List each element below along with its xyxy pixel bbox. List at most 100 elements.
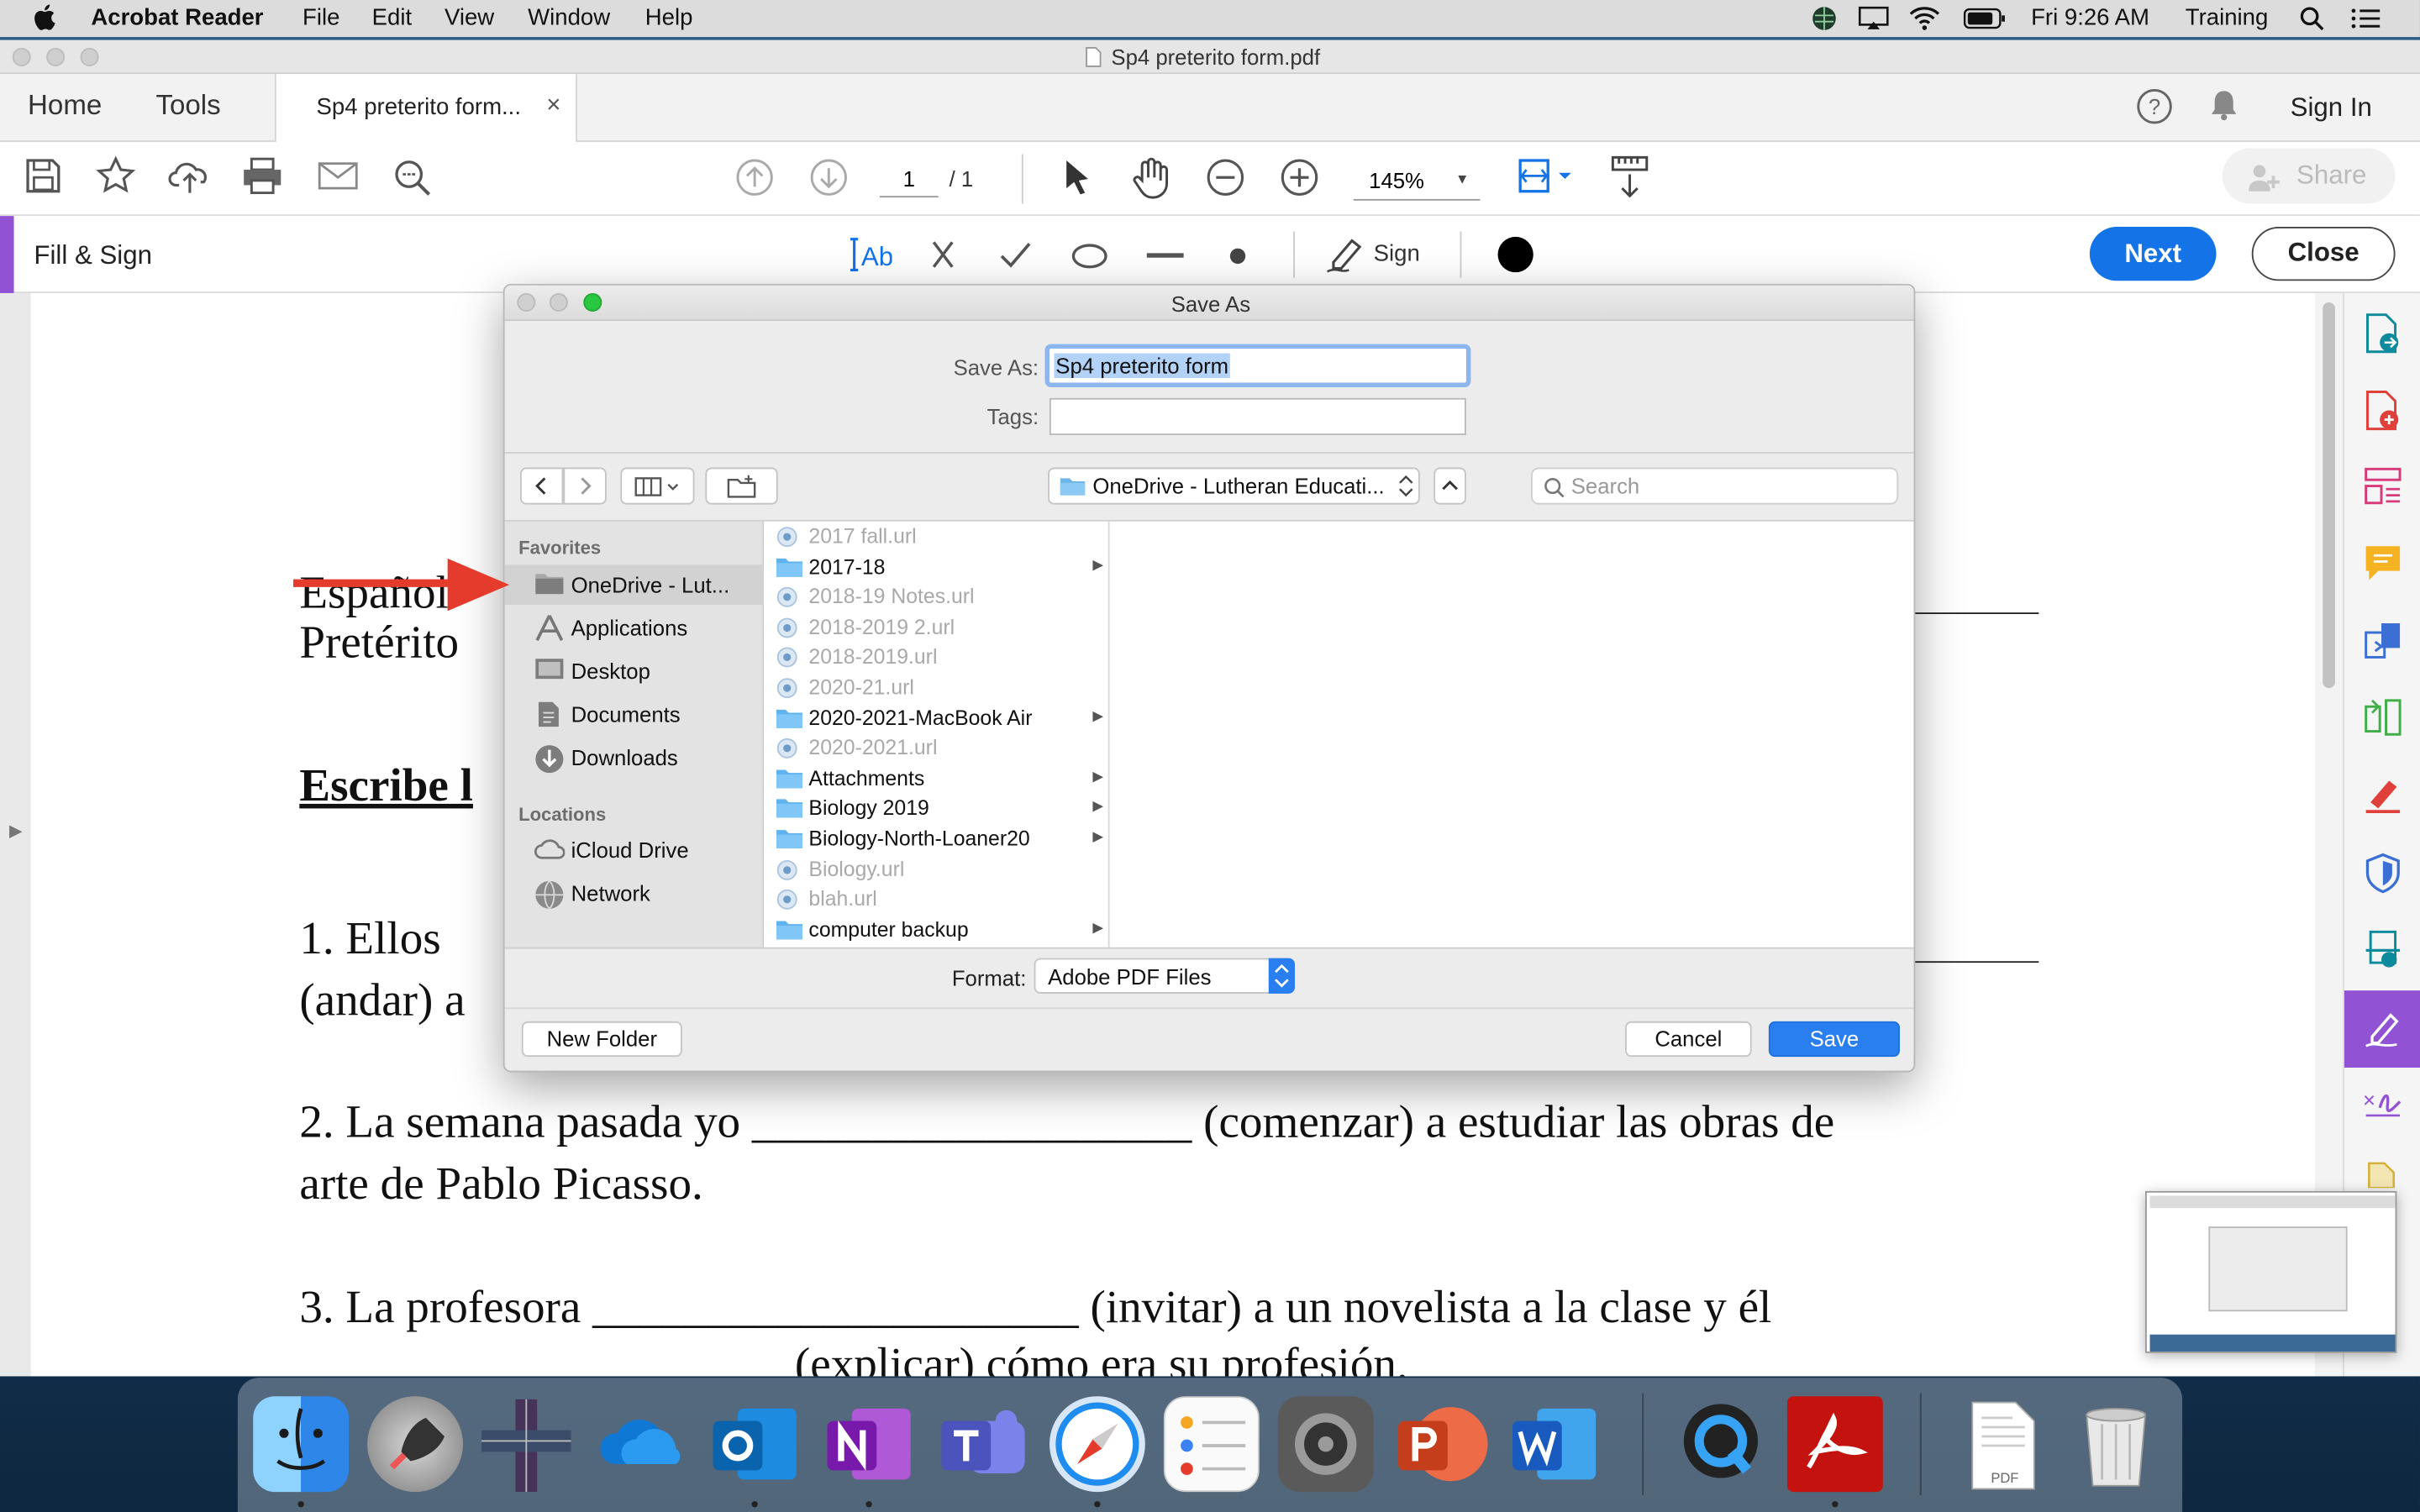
save-as-input[interactable]: Sp4 preterito form — [1044, 344, 1471, 388]
cloud-upload-icon[interactable] — [168, 156, 211, 197]
dock-word-icon[interactable] — [1507, 1396, 1602, 1492]
page-number-input[interactable]: 1 — [879, 160, 939, 198]
sign-button[interactable]: Sign — [1324, 232, 1448, 278]
dock-pdf-document-icon[interactable]: PDF — [1954, 1396, 2049, 1492]
file-row[interactable]: 2018-2019.url — [764, 643, 1108, 673]
file-row[interactable]: 2020-21.url — [764, 673, 1108, 703]
control-center-icon[interactable] — [2350, 8, 2381, 29]
fill-sign-tool-active[interactable] — [2344, 990, 2420, 1068]
file-row[interactable]: 2018-19 Notes.url — [764, 582, 1108, 612]
prev-page-icon[interactable] — [734, 157, 775, 197]
next-page-icon[interactable] — [808, 157, 849, 197]
tab-home[interactable]: Home — [28, 90, 102, 123]
file-row[interactable]: Biology.url — [764, 854, 1108, 885]
window-zoom-button[interactable] — [80, 47, 99, 66]
menu-app-name[interactable]: Acrobat Reader — [91, 5, 263, 31]
dock-teams-icon[interactable] — [935, 1396, 1031, 1492]
scroll-mode-icon[interactable] — [1610, 155, 1650, 201]
collapse-button[interactable] — [1434, 467, 1466, 505]
help-icon[interactable]: ? — [2136, 88, 2173, 125]
menu-file[interactable]: File — [302, 5, 339, 31]
tags-input[interactable] — [1049, 397, 1466, 435]
zoom-out-icon[interactable] — [1205, 157, 1245, 197]
dock-plugin-icon[interactable] — [478, 1396, 574, 1493]
more-tools-file-icon[interactable] — [2366, 1160, 2400, 1189]
protect-shield-icon[interactable] — [2363, 852, 2403, 895]
comment-icon[interactable] — [2363, 543, 2403, 584]
check-mark-icon[interactable] — [998, 239, 1032, 270]
organize-pages-icon[interactable] — [2363, 697, 2403, 738]
dock-outlook-icon[interactable] — [707, 1396, 802, 1492]
cross-mark-icon[interactable] — [928, 238, 959, 271]
menu-view[interactable]: View — [445, 5, 494, 31]
menu-window[interactable]: Window — [528, 5, 610, 31]
redact-icon[interactable] — [2363, 774, 2403, 815]
sidebar-item-network[interactable]: Network — [505, 874, 765, 914]
scan-ocr-icon[interactable] — [2363, 929, 2403, 969]
save-button[interactable]: Save — [1768, 1021, 1900, 1058]
folder-row[interactable]: Biology-North-Loaner20 ▶ — [764, 824, 1108, 854]
apple-icon[interactable] — [34, 3, 58, 31]
clock[interactable]: Fri 9:26 AM — [2031, 5, 2149, 31]
email-icon[interactable] — [318, 162, 358, 190]
cancel-button[interactable]: Cancel — [1625, 1021, 1752, 1058]
dock-powerpoint-icon[interactable] — [1392, 1396, 1488, 1492]
tab-close-icon[interactable]: × — [546, 92, 560, 120]
request-signature-icon[interactable]: × — [2363, 1083, 2403, 1120]
close-button[interactable]: Close — [2251, 226, 2396, 281]
folder-row[interactable]: Biology 2019 ▶ — [764, 794, 1108, 824]
select-cursor-icon[interactable] — [1063, 159, 1091, 196]
sidebar-item-downloads[interactable]: Downloads — [505, 738, 765, 778]
dock-reminders-icon[interactable] — [1163, 1396, 1260, 1493]
dock-launchpad-icon[interactable] — [367, 1396, 464, 1493]
print-icon[interactable] — [242, 157, 282, 195]
hand-tool-icon[interactable] — [1131, 156, 1171, 199]
next-button[interactable]: Next — [2089, 226, 2217, 281]
folder-row[interactable]: 2020-2021-MacBook Air ▶ — [764, 703, 1108, 733]
location-popup[interactable]: OneDrive - Lutheran Educati... — [1048, 467, 1420, 505]
scroll-thumb[interactable] — [2323, 302, 2335, 689]
file-row[interactable]: 2020-2021.url — [764, 733, 1108, 764]
menu-edit[interactable]: Edit — [372, 5, 412, 31]
format-select[interactable]: Adobe PDF Files — [1034, 958, 1295, 994]
create-pdf-icon[interactable] — [2363, 389, 2403, 432]
dock-system-preferences-icon[interactable] — [1277, 1396, 1374, 1493]
user-name[interactable]: Training — [2186, 5, 2269, 31]
share-button[interactable]: Share — [2222, 148, 2396, 204]
zoom-in-icon[interactable] — [1280, 157, 1320, 197]
folder-row[interactable]: computer backup ▶ — [764, 915, 1108, 945]
sidebar-item-applications[interactable]: Applications — [505, 608, 765, 648]
search-field[interactable]: Search — [1531, 467, 1899, 505]
left-panel-toggle-icon[interactable]: ▶ — [9, 821, 23, 841]
save-icon[interactable] — [24, 157, 61, 194]
file-row[interactable]: 2018-2019 2.url — [764, 612, 1108, 643]
file-row[interactable]: blah.url — [764, 885, 1108, 915]
tab-document[interactable]: Sp4 preterito form... × — [274, 74, 577, 142]
sidebar-item-icloud[interactable]: iCloud Drive — [505, 830, 765, 870]
sign-in-link[interactable]: Sign In — [2291, 92, 2372, 123]
line-icon[interactable] — [1146, 253, 1184, 259]
notifications-bell-icon[interactable] — [2208, 87, 2239, 123]
edit-pdf-icon[interactable] — [2363, 466, 2403, 507]
add-text-icon[interactable]: Ab — [846, 234, 892, 275]
dot-icon[interactable] — [1228, 247, 1247, 265]
globe-status-icon[interactable] — [1810, 5, 1838, 33]
airplay-icon[interactable] — [1858, 6, 1889, 30]
tab-tools[interactable]: Tools — [156, 90, 221, 123]
sidebar-item-documents[interactable]: Documents — [505, 695, 765, 735]
find-zoom-icon[interactable] — [392, 157, 433, 197]
window-close-button[interactable] — [12, 47, 31, 66]
dock-quicktime-icon[interactable] — [1673, 1396, 1769, 1492]
dock-safari-icon[interactable] — [1049, 1396, 1145, 1493]
export-pdf-icon[interactable] — [2363, 312, 2403, 354]
bookmark-star-icon[interactable] — [96, 155, 136, 197]
spotlight-search-icon[interactable] — [2300, 6, 2324, 31]
battery-icon[interactable] — [1963, 8, 2006, 29]
view-mode-button[interactable] — [620, 467, 695, 505]
back-button[interactable] — [519, 467, 564, 505]
forward-button[interactable] — [563, 467, 607, 505]
wifi-icon[interactable] — [1907, 5, 1941, 31]
folder-row[interactable]: 2017-18 ▶ — [764, 552, 1108, 582]
ellipse-icon[interactable] — [1070, 242, 1110, 270]
fit-page-icon[interactable] — [1516, 155, 1575, 201]
